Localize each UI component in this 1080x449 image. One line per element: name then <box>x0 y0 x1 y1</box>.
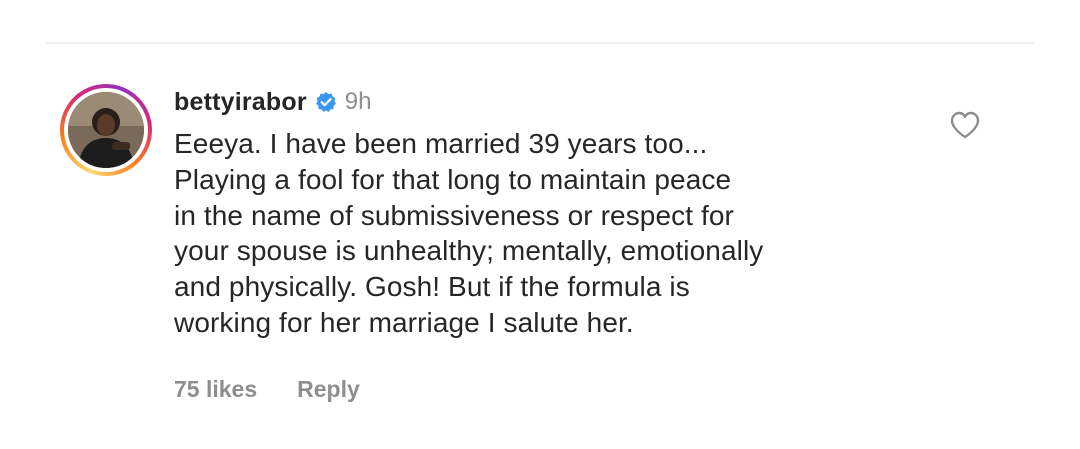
comment-header: bettyirabor 9h <box>174 84 934 120</box>
comment-line: in the name of submissiveness or respect… <box>174 199 734 231</box>
comment-text: Eeeya. I have been married 39 years too.… <box>174 126 934 341</box>
comment-line: your spouse is unhealthy; mentally, emot… <box>174 235 764 267</box>
comment-line: Eeeya. I have been married 39 years too.… <box>174 128 708 159</box>
avatar-photo <box>68 92 144 168</box>
comment-time: 9h <box>344 88 372 115</box>
comment-footer: 75 likes Reply <box>174 376 360 403</box>
comment: bettyirabor 9h Eeeya. I have been marrie… <box>174 84 934 341</box>
avatar-story-ring[interactable] <box>60 84 152 176</box>
comment-line: working for her marriage I salute her. <box>174 306 634 338</box>
avatar[interactable] <box>68 92 144 168</box>
verified-badge-icon <box>315 91 337 113</box>
heart-icon[interactable] <box>950 111 980 139</box>
top-divider <box>46 42 1034 44</box>
reply-button[interactable]: Reply <box>297 376 360 403</box>
username[interactable]: bettyirabor <box>174 88 307 117</box>
comment-line: and physically. Gosh! But if the formula… <box>174 271 690 303</box>
likes-count[interactable]: 75 likes <box>174 376 257 403</box>
comment-line: Playing a fool for that long to maintain… <box>174 163 732 195</box>
